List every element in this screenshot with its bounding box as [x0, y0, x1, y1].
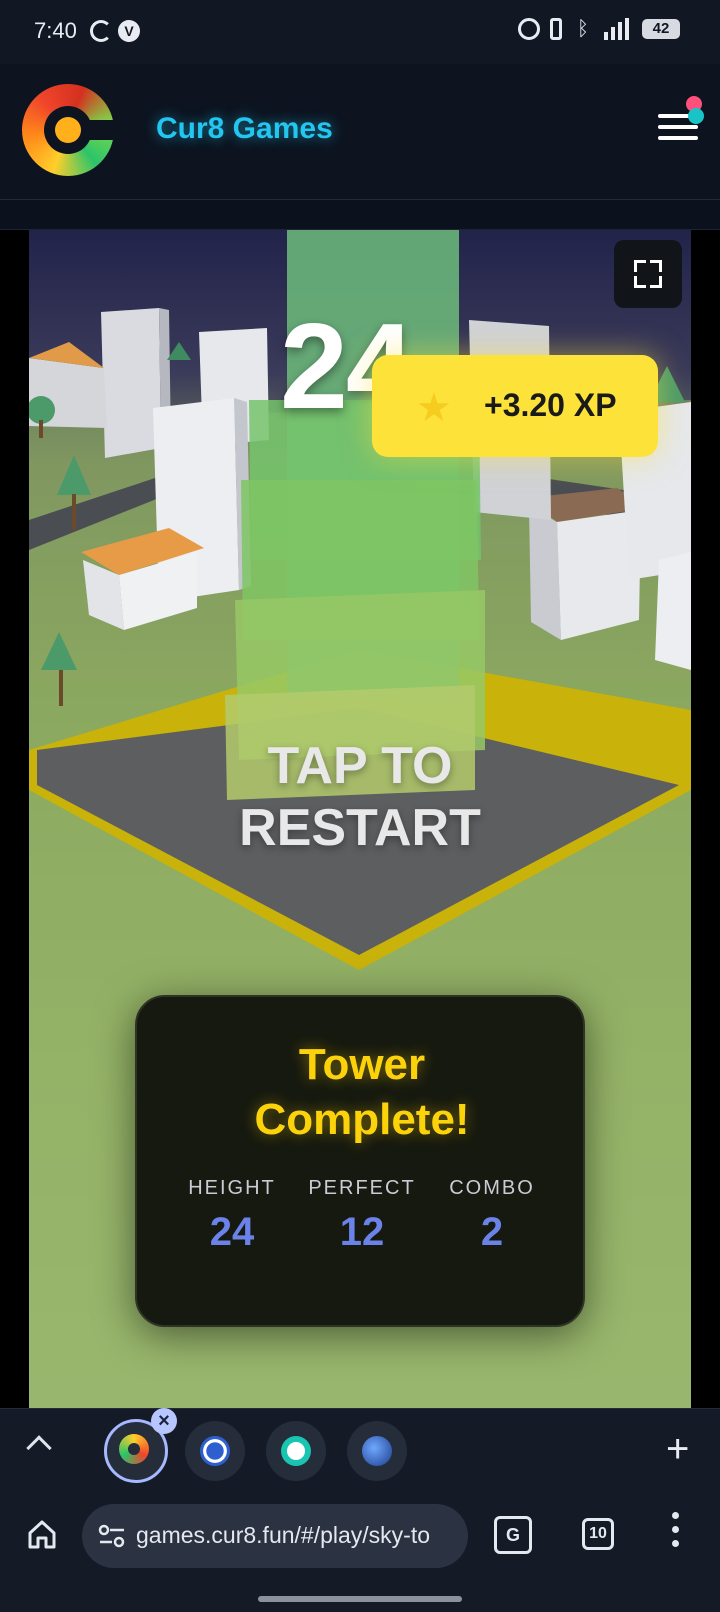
status-icons: ᛒ 42: [518, 18, 680, 40]
game-canvas-container[interactable]: 24 ★ +3.20 XP TAP TO RESTART Tower Compl…: [0, 230, 720, 1408]
site-settings-icon[interactable]: [98, 1524, 126, 1548]
stat-combo: COMBO 2: [437, 1177, 547, 1255]
cur8-favicon-icon: [119, 1434, 149, 1464]
google-icon: [90, 20, 112, 42]
site-header: Cur8 Games: [0, 64, 720, 200]
vpn-icon: V: [118, 20, 140, 42]
stat-height: HEIGHT 24: [177, 1177, 287, 1255]
header-subbar: [0, 200, 720, 230]
stat-value: 12: [339, 1210, 385, 1254]
result-stats: HEIGHT 24 PERFECT 12 COMBO 2: [177, 1177, 547, 1255]
notification-dot-secondary: [688, 108, 704, 124]
xp-toast: ★ +3.20 XP: [372, 355, 658, 457]
stat-perfect: PERFECT 12: [307, 1177, 417, 1255]
tab-globe-site[interactable]: [347, 1421, 407, 1481]
star-icon: ★: [416, 386, 452, 430]
chevron-up-icon[interactable]: [26, 1435, 52, 1461]
battery-icon: 42: [642, 19, 680, 39]
tab-cur8[interactable]: ×: [104, 1408, 177, 1483]
stat-label: PERFECT: [308, 1177, 416, 1199]
result-card: Tower Complete! HEIGHT 24 PERFECT 12 COM…: [135, 995, 585, 1327]
fullscreen-button[interactable]: [614, 240, 682, 308]
cur8-logo-icon[interactable]: [22, 84, 116, 176]
more-vert-icon[interactable]: [672, 1512, 680, 1552]
close-tab-icon[interactable]: ×: [151, 1408, 177, 1434]
status-time: 7:40: [34, 18, 77, 43]
url-text[interactable]: games.cur8.fun/#/play/sky-to: [136, 1522, 454, 1549]
home-icon[interactable]: [26, 1518, 58, 1550]
gesture-bar: [258, 1596, 462, 1602]
vibrate-icon: [550, 18, 562, 40]
alarm-icon: [518, 18, 540, 40]
address-bar[interactable]: games.cur8.fun/#/play/sky-to: [82, 1504, 468, 1568]
browser-screen: 7:40 V ᛒ 42 Cur8 Games 24 ★ +3.20 XP TAP…: [0, 0, 720, 1612]
stat-label: COMBO: [449, 1177, 535, 1199]
stat-label: HEIGHT: [188, 1177, 276, 1199]
bluetooth-icon: ᛒ: [577, 18, 589, 40]
site-favicon-icon: [200, 1436, 230, 1466]
plus-icon[interactable]: +: [666, 1429, 689, 1469]
xp-amount: +3.20 XP: [484, 387, 617, 423]
tap-to-restart[interactable]: TAP TO RESTART: [200, 735, 520, 859]
tab-teal-chat[interactable]: [266, 1421, 326, 1481]
result-title: Tower Complete!: [254, 1040, 470, 1144]
tab-switcher-button[interactable]: 10: [582, 1518, 614, 1550]
hamburger-menu-icon[interactable]: [658, 96, 704, 144]
tab-strip: × +: [0, 1408, 720, 1488]
brand-title[interactable]: Cur8 Games: [156, 112, 333, 146]
stat-value: 24: [209, 1210, 255, 1254]
translate-icon[interactable]: G: [494, 1516, 532, 1554]
stat-value: 2: [480, 1210, 504, 1254]
globe-favicon-icon: [362, 1436, 392, 1466]
signal-icon: [604, 18, 632, 40]
status-bar: 7:40 V ᛒ 42: [0, 0, 720, 64]
tab-blue-site[interactable]: [185, 1421, 245, 1481]
chat-favicon-icon: [281, 1436, 311, 1466]
browser-toolbar: games.cur8.fun/#/play/sky-to G 10: [0, 1488, 720, 1612]
